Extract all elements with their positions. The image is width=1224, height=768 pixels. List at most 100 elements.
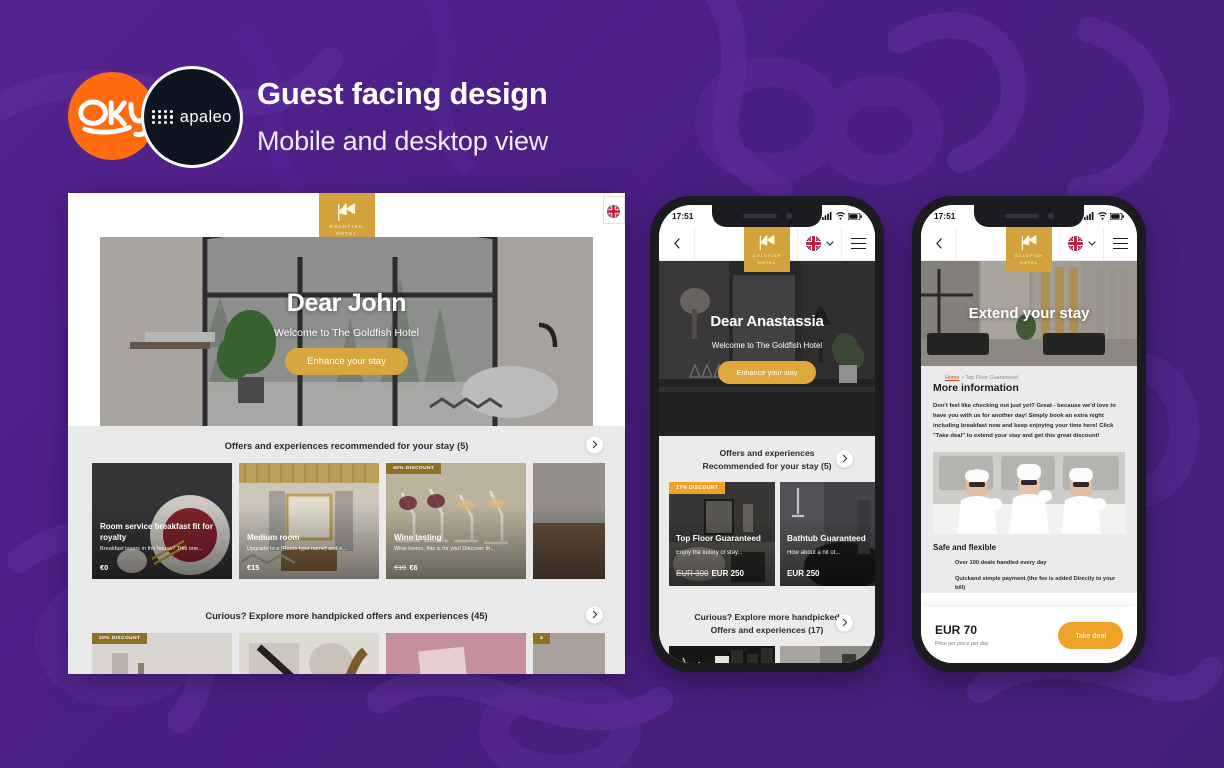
signal-icon xyxy=(822,212,832,220)
section-2-heading-row: Curious? Explore more handpicked Offers … xyxy=(659,600,875,646)
goldfish-hotel-mark-icon xyxy=(1021,234,1036,250)
offer-image xyxy=(239,633,379,674)
goldfish-hotel-mark-icon xyxy=(759,234,774,250)
uk-flag-icon xyxy=(805,236,821,251)
hotel-name-line2: HOTEL xyxy=(1019,259,1039,265)
offer-old-price: EUR 300 xyxy=(676,568,709,578)
offer-card[interactable]: Bathtub Guaranteed How about a nit of...… xyxy=(780,481,875,586)
enhance-stay-button[interactable]: Enhance your stay xyxy=(718,361,816,384)
breadcrumb-separator: > xyxy=(960,375,965,381)
offer-card[interactable] xyxy=(780,645,875,663)
offer-title: Wine tasting xyxy=(394,532,442,542)
offer-price: EUR 300 EUR 250 xyxy=(676,569,768,578)
language-selector[interactable] xyxy=(603,196,625,224)
offer-price: €0 xyxy=(100,563,109,572)
offer-desc: How about a nit of... xyxy=(787,549,841,556)
offer-image xyxy=(669,645,775,663)
section-2-card-list xyxy=(659,645,875,663)
enhance-stay-button[interactable]: Enhance your stay xyxy=(285,347,408,375)
logo-lockup: apaleo xyxy=(65,66,243,168)
goldfish-hotel-mark-icon xyxy=(337,203,355,221)
page-title: Guest facing design xyxy=(257,76,548,112)
detail-content: Home > Top Floor Guaranteed More informa… xyxy=(921,366,1137,593)
offer-title: Bathtub Guaranteed xyxy=(787,534,866,544)
wifi-icon xyxy=(835,212,845,220)
chevron-right-icon[interactable] xyxy=(586,606,603,623)
phone-notch xyxy=(974,205,1084,227)
section-1-card-list: Room service breakfast fit for royalty B… xyxy=(68,463,625,596)
speaker-icon xyxy=(742,214,777,218)
hotel-name-line1: GOLDFISH xyxy=(1014,252,1044,258)
offer-card[interactable]: 40% DISCOUNT Wine tasting Wine lovers, t… xyxy=(386,463,526,579)
camera-icon xyxy=(1047,213,1054,219)
desktop-hero: Dear John Welcome to The Goldfish Hotel … xyxy=(100,237,593,426)
status-time: 17:51 xyxy=(934,211,956,221)
mobile-hero: Dear Anastassia Welcome to The Goldfish … xyxy=(659,261,875,436)
hamburger-menu-icon[interactable] xyxy=(1103,227,1137,260)
breadcrumb-home[interactable]: Home xyxy=(945,375,959,381)
discount-badge: 20% DISCOUNT xyxy=(92,633,148,644)
breadcrumb: Home > Top Floor Guaranteed xyxy=(933,375,1125,381)
offer-card-partial[interactable]: 4 xyxy=(533,633,605,674)
offer-card-partial[interactable] xyxy=(533,463,605,579)
page-header: apaleo Guest facing design Mobile and de… xyxy=(65,66,548,168)
list-item: Quickand simple payment (the fee is adde… xyxy=(955,575,1116,591)
offer-image xyxy=(386,633,526,674)
hotel-name-line2: HOTEL xyxy=(335,230,358,236)
desktop-topbar: GOLDFISH HOTEL xyxy=(68,193,625,245)
desktop-offers-section-2: Curious? Explore more handpicked offers … xyxy=(68,596,625,674)
offer-card[interactable] xyxy=(669,645,775,663)
hotel-name-line2: HOTEL xyxy=(757,259,777,265)
hero-welcome: Welcome to The Goldfish Hotel xyxy=(274,326,419,339)
list-item: Over 100 deals handled every day xyxy=(955,559,1047,566)
section-2-heading: Curious? Explore more handpicked offers … xyxy=(205,610,488,621)
offer-card[interactable]: Medium room Upgrade to a [Room type name… xyxy=(239,463,379,579)
chevron-left-icon[interactable] xyxy=(921,227,957,260)
take-deal-button[interactable]: Take deal xyxy=(1058,621,1123,649)
chevron-right-icon[interactable] xyxy=(836,614,853,632)
offer-desc: Enjoy the luxury of stay... xyxy=(676,549,743,556)
detail-footer: EUR 70 Price per piece per day Take deal xyxy=(921,607,1137,663)
detail-hero-title: Extend your stay xyxy=(968,305,1090,322)
breadcrumb-current: Top Floor Guaranteed xyxy=(965,375,1018,381)
battery-icon xyxy=(1110,212,1124,220)
hero-greeting: Dear John xyxy=(286,288,407,317)
offer-desc: Wine lovers, this is for you! Discover t… xyxy=(394,545,496,552)
safe-flexible-heading: Safe and flexible xyxy=(933,542,997,552)
hotel-name-line1: GOLDFISH xyxy=(329,223,364,229)
offer-card[interactable] xyxy=(386,633,526,674)
chevron-right-icon[interactable] xyxy=(836,450,853,468)
offer-card[interactable]: Room service breakfast fit for royalty B… xyxy=(92,463,232,579)
price-block: EUR 70 Price per piece per day xyxy=(935,623,988,647)
wifi-icon xyxy=(1097,212,1107,220)
offer-title: Top Floor Guaranteed xyxy=(676,534,761,544)
mobile-preview-home: 17:51 GOLDFISH HOTEL Dear Anastassia Wel… xyxy=(650,196,884,672)
header-text-block: Guest facing design Mobile and desktop v… xyxy=(257,75,548,157)
offer-card[interactable]: 20% DISCOUNT xyxy=(92,633,232,674)
offer-title: Medium room xyxy=(247,532,300,542)
hamburger-menu-icon[interactable] xyxy=(841,227,875,260)
chevron-right-icon[interactable] xyxy=(586,436,603,453)
offer-price: €10 €6 xyxy=(394,563,518,572)
chevron-left-icon[interactable] xyxy=(659,227,695,260)
hero-welcome: Welcome to The Goldfish Hotel xyxy=(711,341,823,350)
detail-price-sub: Price per piece per day xyxy=(935,641,989,647)
signal-icon xyxy=(1084,212,1094,220)
language-selector[interactable] xyxy=(797,227,841,260)
speaker-icon xyxy=(1004,214,1039,218)
offer-card[interactable]: 17% DISCOUNT Top Floor Guaranteed Enjoy … xyxy=(669,481,775,586)
mobile-preview-detail: 17:51 GOLDFISH HOTEL Extend your stay Ho… xyxy=(912,196,1146,672)
camera-icon xyxy=(785,213,792,219)
offer-new-price: €6 xyxy=(409,563,418,572)
section-1-heading: Offers and experiences recommended for y… xyxy=(224,440,469,451)
offer-price: EUR 250 xyxy=(787,568,820,578)
hotel-logo[interactable]: GOLDFISH HOTEL xyxy=(744,227,790,272)
mobile-offers-section-1: Offers and experiences Recommended for y… xyxy=(659,436,875,600)
language-selector[interactable] xyxy=(1059,227,1103,260)
offer-card[interactable] xyxy=(239,633,379,674)
discount-badge: 17% DISCOUNT xyxy=(669,481,726,494)
detail-image xyxy=(933,451,1125,534)
offer-desc: Upgrade to a [Room type name] and e... xyxy=(247,545,347,552)
section-2-heading-line2: Offers and experiences (17) xyxy=(710,624,824,635)
hotel-logo[interactable]: GOLDFISH HOTEL xyxy=(1006,227,1052,272)
